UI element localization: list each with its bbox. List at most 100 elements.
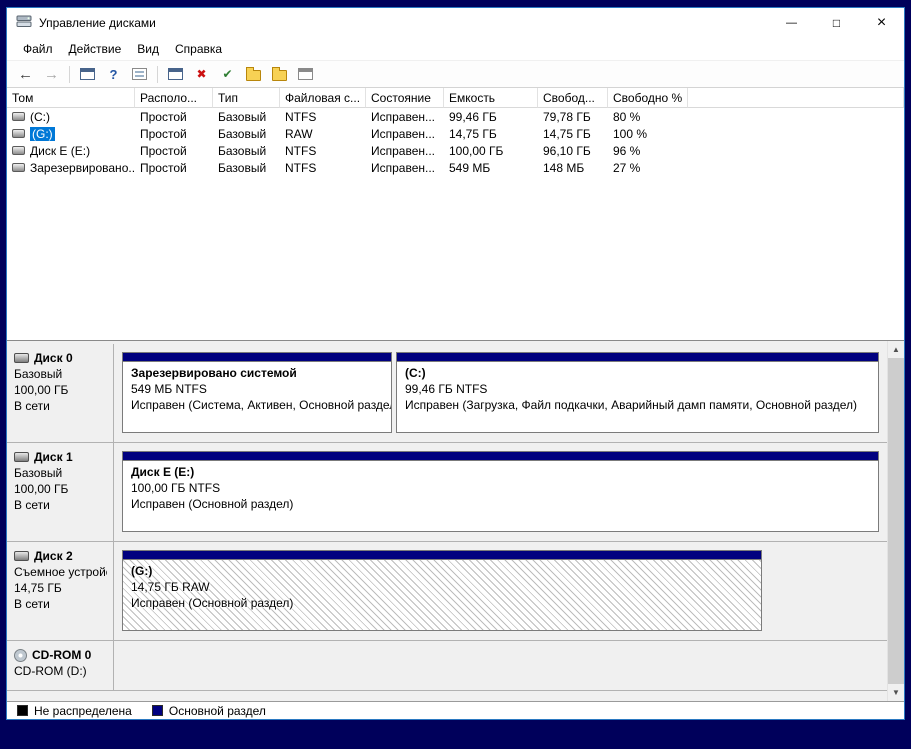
disk-type: CD-ROM (D:) [14,663,107,679]
volume-row-e[interactable]: Диск Е (E:) Простой Базовый NTFS Исправе… [7,142,904,159]
volume-row-reserved[interactable]: Зарезервировано... Простой Базовый NTFS … [7,159,904,176]
help-button[interactable]: ? [101,63,126,86]
volume-icon [12,112,25,121]
forward-button[interactable]: → [39,63,64,86]
free-pct-cell: 100 % [608,127,688,141]
graphical-view-panel: Диск 0 Базовый 100,00 ГБ В сети Зарезерв… [7,340,904,701]
volume-row-c[interactable]: (C:) Простой Базовый NTFS Исправен... 99… [7,108,904,125]
volume-list-header: Том Располо... Тип Файловая с... Состоян… [7,88,904,108]
type-cell: Базовый [213,161,280,175]
capacity-cell: 99,46 ГБ [444,110,538,124]
back-icon: ← [18,67,33,82]
list-view-button[interactable] [127,63,152,86]
folder-new-button[interactable] [267,63,292,86]
partition-status: Исправен (Загрузка, Файл подкачки, Авари… [405,397,870,413]
legend-label: Не распределена [34,704,132,718]
volume-icon [12,146,25,155]
menubar: Файл Действие Вид Справка [7,37,904,60]
free-pct-cell: 80 % [608,110,688,124]
disk-row-2: Диск 2 Съемное устройство 14,75 ГБ В сет… [7,542,887,641]
column-header-capacity[interactable]: Емкость [444,88,538,108]
window-controls: — □ × [769,8,904,37]
partition-c[interactable]: (C:) 99,46 ГБ NTFS Исправен (Загрузка, Ф… [396,352,879,433]
console-window-button[interactable] [163,63,188,86]
disk-icon [14,452,29,462]
partition-color-strip [123,452,878,461]
console-tree-button[interactable] [75,63,100,86]
column-header-free-pct[interactable]: Свободно % [608,88,688,108]
unallocated-swatch [17,705,28,716]
volume-icon [12,129,25,138]
partition-title: Диск Е (E:) [131,464,870,480]
partition-title: Зарезервировано системой [131,365,383,381]
check-disk-button[interactable]: ✔ [215,63,240,86]
disk0-partitions: Зарезервировано системой 549 МБ NTFS Исп… [114,344,887,442]
capacity-cell: 100,00 ГБ [444,144,538,158]
check-disk-icon: ✔ [222,68,232,80]
disk-type: Базовый [14,366,107,382]
menu-action[interactable]: Действие [61,39,130,59]
forward-icon: → [44,67,59,82]
disk-row-1: Диск 1 Базовый 100,00 ГБ В сети Диск Е (… [7,443,887,542]
status-cell: Исправен... [366,110,444,124]
partition-status: Исправен (Основной раздел) [131,496,870,512]
disk-name: Диск 2 [34,548,73,564]
disk-icon [14,551,29,561]
disk1-label[interactable]: Диск 1 Базовый 100,00 ГБ В сети [7,443,114,541]
info-icon [298,68,313,80]
column-header-volume[interactable]: Том [7,88,135,108]
minimize-button[interactable]: — [769,8,814,37]
console-tree-icon [80,68,95,80]
vertical-scrollbar[interactable]: ▲ ▼ [887,341,904,701]
menu-view[interactable]: Вид [129,39,167,59]
layout-cell: Простой [135,161,213,175]
column-header-type[interactable]: Тип [213,88,280,108]
column-header-filler [688,88,904,108]
close-button[interactable]: × [859,8,904,37]
partition-system-reserved[interactable]: Зарезервировано системой 549 МБ NTFS Исп… [122,352,392,433]
column-header-layout[interactable]: Располо... [135,88,213,108]
partition-g-selected[interactable]: (G:) 14,75 ГБ RAW Исправен (Основной раз… [122,550,762,631]
titlebar[interactable]: Управление дисками — □ × [7,8,904,37]
layout-cell: Простой [135,144,213,158]
volume-row-g-selected[interactable]: (G:) Простой Базовый RAW Исправен... 14,… [7,125,904,142]
delete-volume-button[interactable]: ✖ [189,63,214,86]
partition-size: 99,46 ГБ NTFS [405,381,870,397]
column-header-status[interactable]: Состояние [366,88,444,108]
disk-icon [14,353,29,363]
disk-row-0: Диск 0 Базовый 100,00 ГБ В сети Зарезерв… [7,344,887,443]
legend-unallocated: Не распределена [17,704,132,718]
maximize-button[interactable]: □ [814,8,859,37]
menu-help[interactable]: Справка [167,39,230,59]
partition-size: 100,00 ГБ NTFS [131,480,870,496]
toolbar-separator [157,66,158,83]
legend-bar: Не распределена Основной раздел [7,701,904,719]
folder-up-button[interactable] [241,63,266,86]
volume-cell: (G:) [7,127,135,141]
disk-status: В сети [14,398,107,414]
legend-primary-partition: Основной раздел [152,704,266,718]
disk-type: Съемное устройство [14,564,107,580]
partition-color-strip [123,551,761,560]
type-cell: Базовый [213,127,280,141]
disk-management-window: Управление дисками — □ × Файл Действие В… [6,7,905,720]
capacity-cell: 14,75 ГБ [444,127,538,141]
window-title: Управление дисками [39,16,156,30]
free-cell: 96,10 ГБ [538,144,608,158]
info-button[interactable] [293,63,318,86]
disk2-label[interactable]: Диск 2 Съемное устройство 14,75 ГБ В сет… [7,542,114,640]
back-button[interactable]: ← [13,63,38,86]
scroll-up-icon[interactable]: ▲ [888,341,904,358]
menu-file[interactable]: Файл [15,39,61,59]
partition-body: Зарезервировано системой 549 МБ NTFS Исп… [123,362,391,432]
cdrom-label[interactable]: CD-ROM 0 CD-ROM (D:) [7,641,114,690]
partition-e[interactable]: Диск Е (E:) 100,00 ГБ NTFS Исправен (Осн… [122,451,879,532]
disk-name: Диск 0 [34,350,73,366]
disk0-label[interactable]: Диск 0 Базовый 100,00 ГБ В сети [7,344,114,442]
column-header-filesystem[interactable]: Файловая с... [280,88,366,108]
column-header-free[interactable]: Свобод... [538,88,608,108]
scroll-down-icon[interactable]: ▼ [888,684,904,701]
partition-size: 14,75 ГБ RAW [131,579,753,595]
partition-body: (G:) 14,75 ГБ RAW Исправен (Основной раз… [123,560,761,630]
scrollbar-thumb[interactable] [888,358,904,684]
